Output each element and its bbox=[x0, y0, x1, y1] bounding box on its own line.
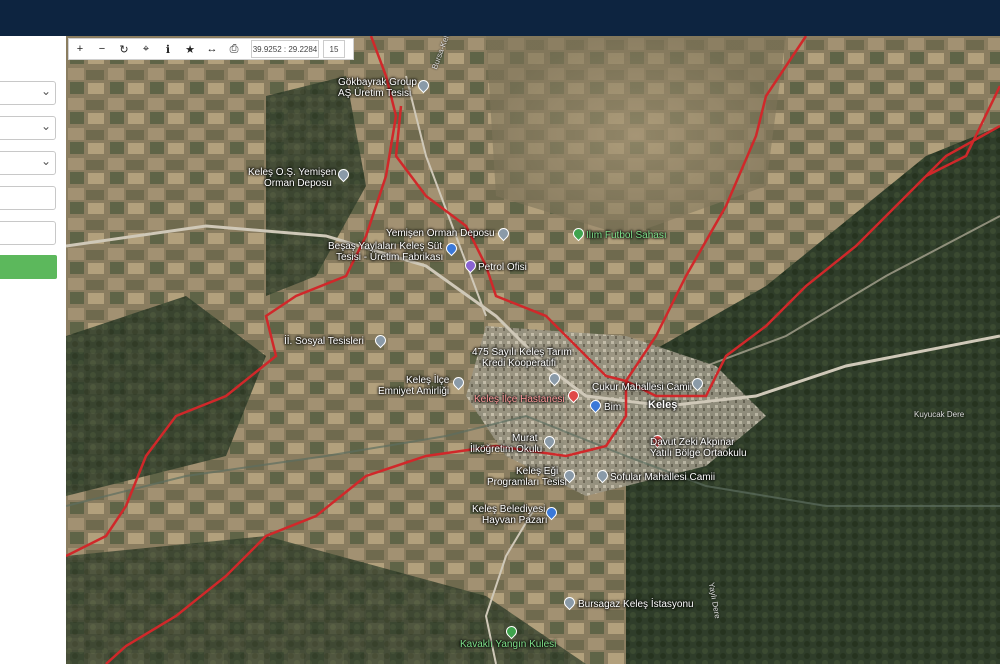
top-navbar bbox=[0, 0, 1000, 36]
label-yangin: Kavaklı Yangın Kulesi bbox=[460, 639, 557, 650]
label-cukur: Çukur Mahallesi Camii bbox=[592, 382, 693, 393]
label-gokbayrak: Gökbayrak Group bbox=[338, 77, 417, 88]
filter-input-1[interactable] bbox=[0, 186, 56, 210]
label-egitim: Keleş Eği bbox=[516, 466, 559, 477]
filter-input-2[interactable] bbox=[0, 221, 56, 245]
chevron-down-icon: ⌄ bbox=[40, 119, 51, 133]
filter-select-2[interactable]: ⌄ bbox=[0, 116, 56, 140]
label-yemisen-depo: Keleş O.Ş. Yemişen bbox=[248, 167, 337, 178]
label-sofular: Sofular Mahallesi Camii bbox=[610, 472, 716, 483]
filter-select-3[interactable]: ⌄ bbox=[0, 151, 56, 175]
label-gokbayrak-2: AŞ Üretim Tesisi bbox=[338, 88, 412, 99]
zoom-out-button[interactable]: − bbox=[91, 39, 113, 59]
label-davut-2: Yatılı Bölge Ortaokulu bbox=[650, 448, 747, 459]
label-futbol: Ilım Futbol Sahası bbox=[586, 230, 667, 241]
label-besas: Beşaş Yaylaları Keleş Süt bbox=[328, 241, 443, 252]
label-sosyal: İİ. Sosyal Tesisleri bbox=[284, 336, 364, 347]
label-keles: Keleş bbox=[648, 399, 678, 411]
label-hastane: Keleş İlçe Hastanesi bbox=[474, 394, 565, 405]
star-icon[interactable]: ★ bbox=[179, 39, 201, 59]
label-bursagaz: Bursagaz Keleş İstasyonu bbox=[578, 599, 694, 610]
label-emniyet: Keleş İlçe bbox=[406, 375, 450, 386]
label-belediye: Keleş Belediyesi bbox=[472, 504, 546, 515]
label-murat: Murat bbox=[512, 433, 538, 444]
label-murat-2: İlköğretim Okulu bbox=[470, 444, 543, 455]
label-egitim-2: Programları Tesisi bbox=[487, 477, 567, 488]
map-toolbar: + − ↻ ⌖ ℹ ★ ↔ ⎙ 39.9252 : 29.2284 15 bbox=[68, 38, 354, 60]
print-icon[interactable]: ⎙ bbox=[223, 39, 245, 59]
label-davut: Davut Zeki Akpınar bbox=[650, 437, 735, 448]
zoom-level-readout: 15 bbox=[323, 40, 345, 58]
coordinate-readout: 39.9252 : 29.2284 bbox=[251, 40, 319, 58]
label-kredi: 475 Sayılı Keleş Tarım bbox=[472, 347, 572, 358]
label-kredi-2: Kredi Kooperatifi bbox=[482, 358, 556, 369]
refresh-icon[interactable]: ↻ bbox=[113, 39, 135, 59]
measure-icon[interactable]: ↔ bbox=[201, 39, 223, 59]
filter-select-1[interactable]: ⌄ bbox=[0, 81, 56, 105]
label-bim: Bim bbox=[604, 402, 622, 413]
search-button[interactable] bbox=[0, 255, 57, 279]
info-icon[interactable]: ℹ bbox=[157, 39, 179, 59]
satellite-map[interactable]: Gökbayrak Group AŞ Üretim Tesisi Keleş O… bbox=[66, 36, 1000, 664]
label-besas-2: Tesisi - Üretim Fabrikası bbox=[336, 252, 444, 263]
label-emniyet-2: Emniyet Amirliği bbox=[378, 386, 450, 397]
label-belediye-2: Hayvan Pazarı bbox=[482, 515, 548, 526]
filter-sidebar: ⌄ ⌄ ⌄ bbox=[0, 36, 67, 664]
label-yemisen-orman: Yemişen Orman Deposu bbox=[386, 228, 495, 239]
label-yemisen-depo-2: Orman Deposu bbox=[264, 178, 332, 189]
label-petrol: Petrol Ofisi bbox=[478, 262, 527, 273]
zoom-in-button[interactable]: + bbox=[69, 39, 91, 59]
chevron-down-icon: ⌄ bbox=[40, 84, 51, 98]
label-river: Kuyucak Dere bbox=[914, 410, 965, 419]
chevron-down-icon: ⌄ bbox=[40, 154, 51, 168]
locate-icon[interactable]: ⌖ bbox=[135, 39, 157, 59]
